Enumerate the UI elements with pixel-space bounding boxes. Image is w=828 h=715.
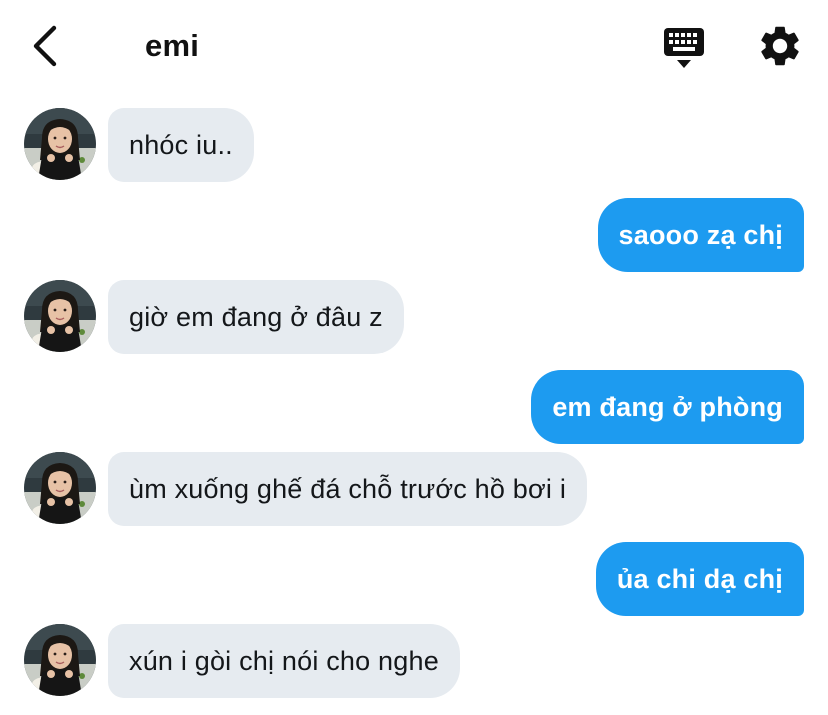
outgoing-message-bubble[interactable]: em đang ở phòng — [531, 370, 804, 444]
avatar-photo — [24, 108, 96, 180]
incoming-message-bubble[interactable]: xún i gòi chị nói cho nghe — [108, 624, 460, 698]
avatar-photo — [24, 280, 96, 352]
message-row: ủa chi dạ chị — [0, 542, 828, 616]
message-row: xún i gòi chị nói cho nghe — [0, 624, 828, 698]
message-row: ùm xuống ghế đá chỗ trước hồ bơi i — [0, 452, 828, 526]
back-button[interactable] — [20, 20, 68, 72]
avatar-photo — [24, 624, 96, 696]
avatar[interactable] — [24, 452, 96, 524]
incoming-message-bubble[interactable]: nhóc iu.. — [108, 108, 254, 182]
avatar[interactable] — [24, 108, 96, 180]
settings-button[interactable] — [756, 22, 804, 70]
gear-icon — [761, 26, 799, 66]
avatar-photo — [24, 452, 96, 524]
chat-header: emi — [0, 0, 828, 92]
message-row: em đang ở phòng — [0, 370, 828, 444]
incoming-message-bubble[interactable]: giờ em đang ở đâu z — [108, 280, 404, 354]
avatar[interactable] — [24, 280, 96, 352]
incoming-message-bubble[interactable]: ùm xuống ghế đá chỗ trước hồ bơi i — [108, 452, 588, 526]
message-row: saooo zạ chị — [0, 198, 828, 272]
keyboard-icon — [664, 28, 704, 68]
outgoing-message-bubble[interactable]: ủa chi dạ chị — [595, 542, 804, 616]
keyboard-button[interactable] — [660, 26, 708, 72]
message-row: nhóc iu.. — [0, 108, 828, 182]
chevron-left-icon — [33, 25, 57, 67]
avatar[interactable] — [24, 624, 96, 696]
outgoing-message-bubble[interactable]: saooo zạ chị — [597, 198, 804, 272]
message-row: giờ em đang ở đâu z — [0, 280, 828, 354]
conversation-title[interactable]: emi — [145, 24, 199, 68]
